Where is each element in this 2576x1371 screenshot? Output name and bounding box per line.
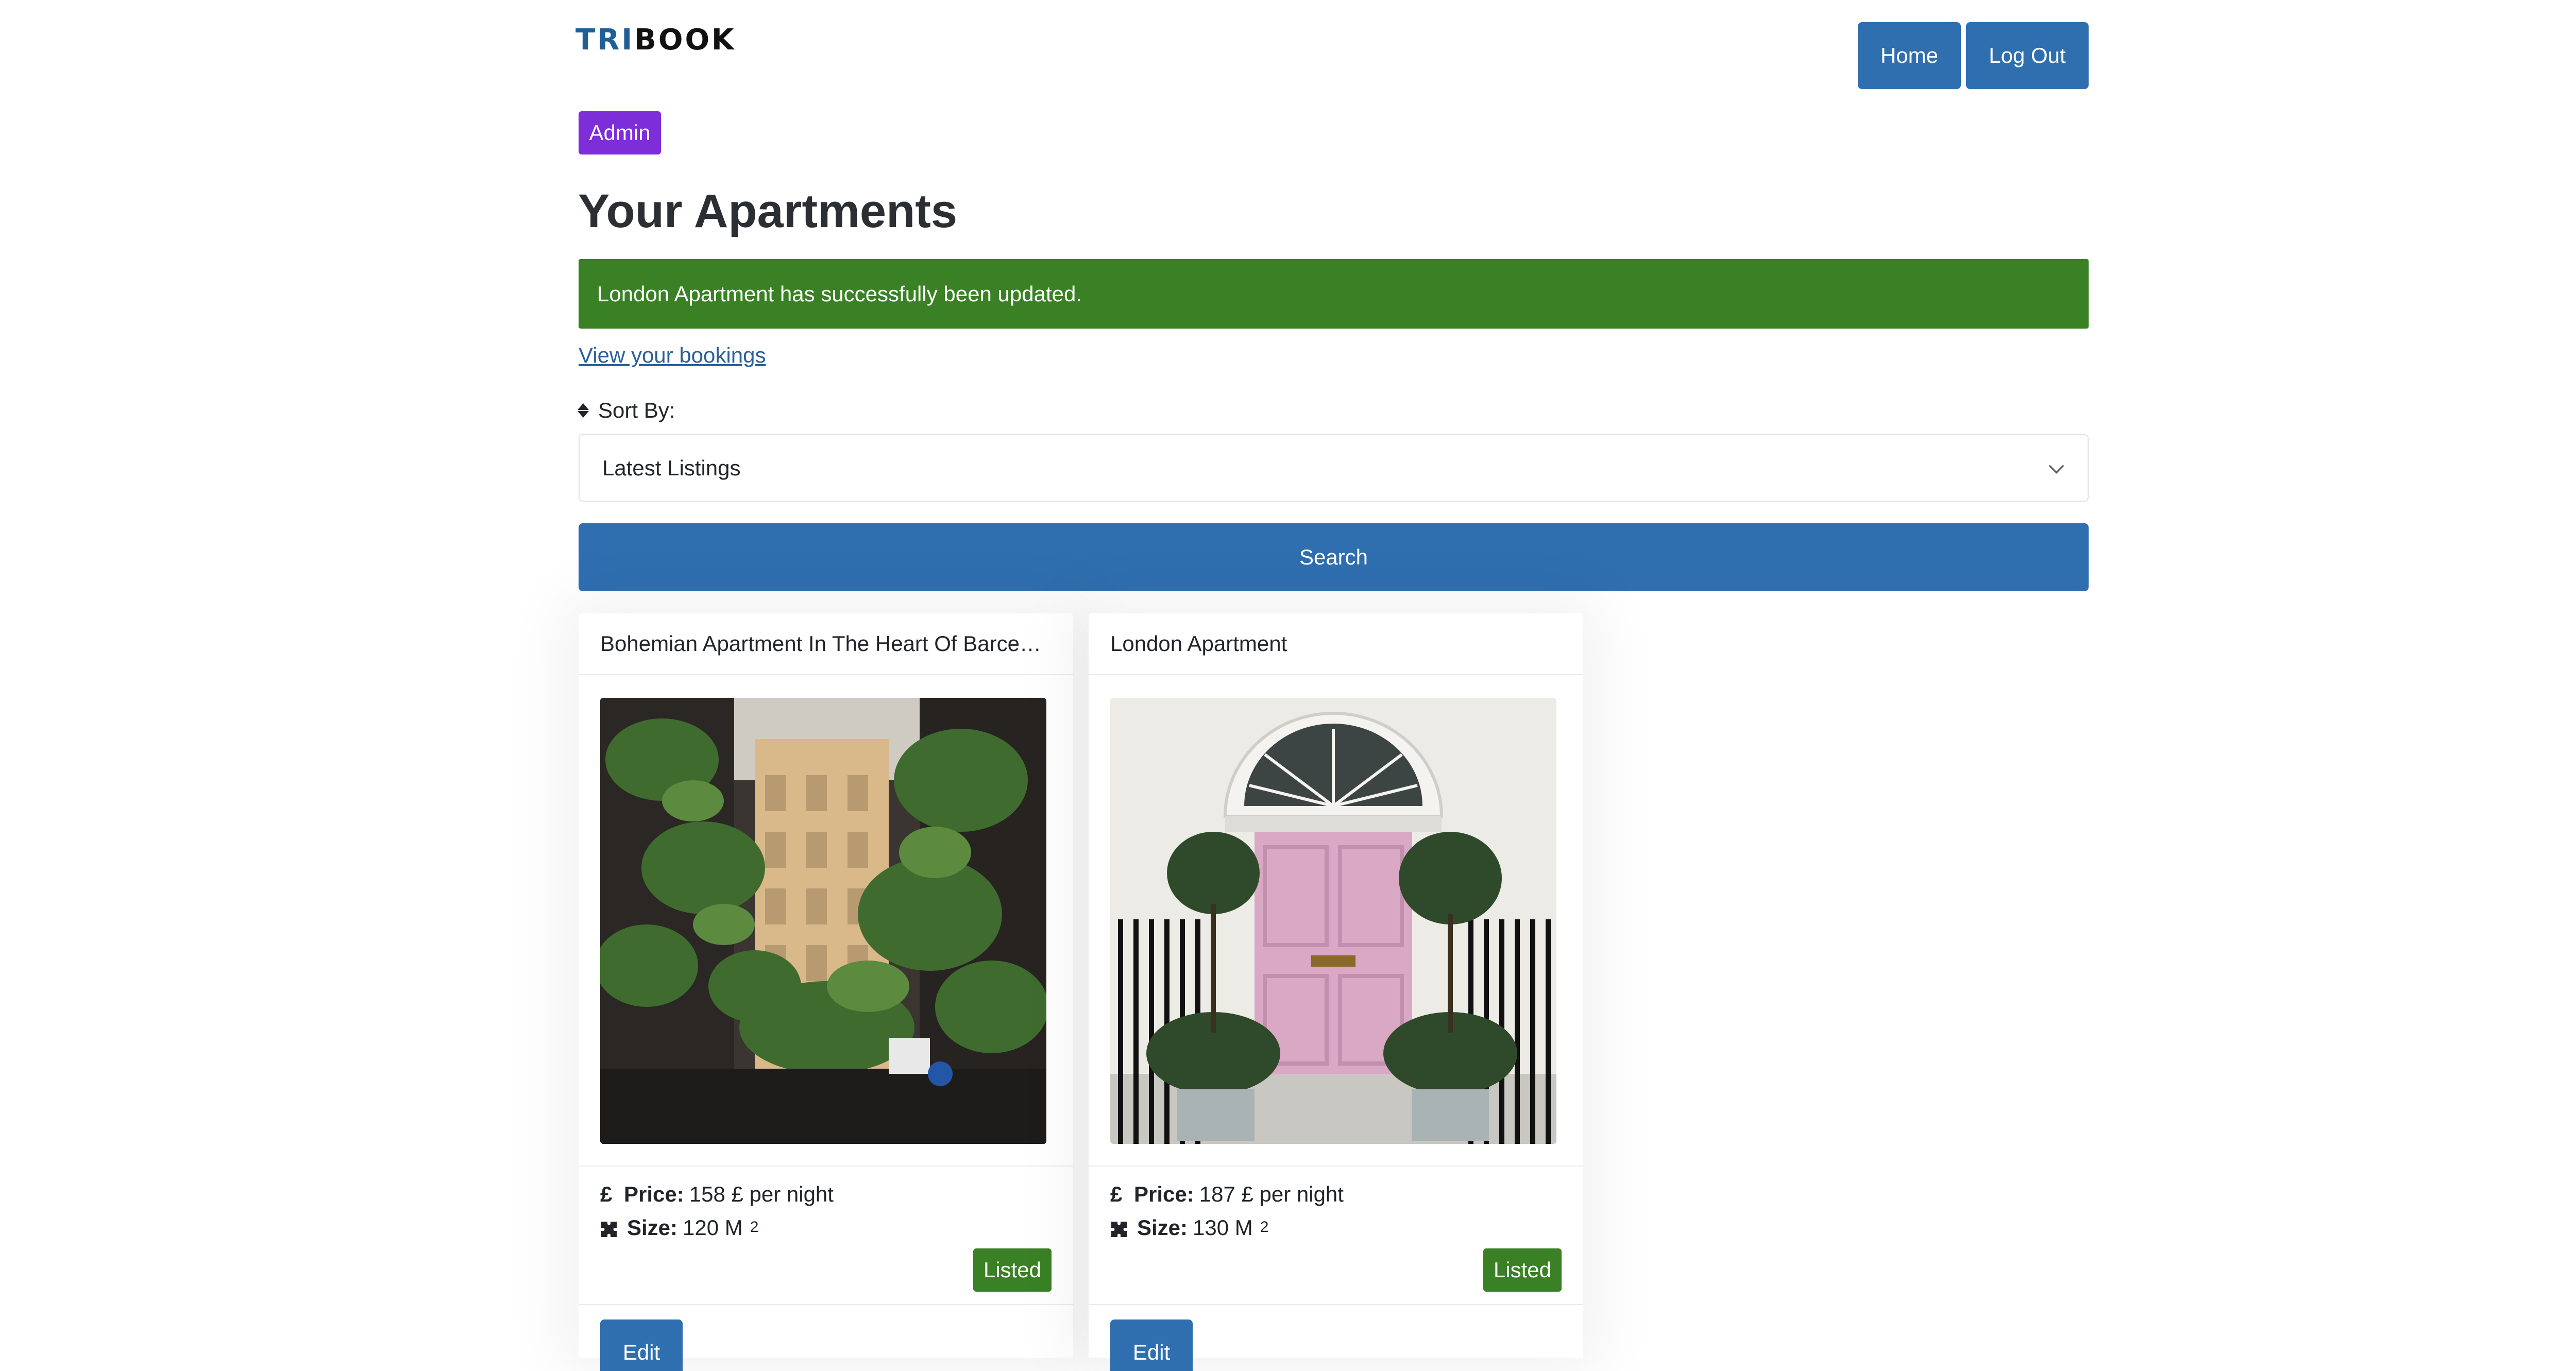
listed-badge: Listed xyxy=(973,1248,1052,1292)
apartment-card: Bohemian Apartment In The Heart Of Barce… xyxy=(579,613,1073,1371)
chevron-down-icon xyxy=(2048,458,2064,474)
edit-button[interactable]: Edit xyxy=(1110,1319,1193,1371)
puzzle-icon xyxy=(601,1221,617,1237)
size-row: Size: 130 M 2 xyxy=(1110,1215,1268,1243)
size-value: 120 M xyxy=(683,1215,743,1240)
alert-message: London Apartment has successfully been u… xyxy=(597,281,1082,306)
size-row: Size: 120 M 2 xyxy=(600,1215,758,1243)
page: TRIBOOK Home Log Out Admin Your Apartmen… xyxy=(0,0,2576,1371)
sort-icon xyxy=(578,403,589,418)
logo-text-book: BOOK xyxy=(634,23,736,57)
sort-by-label: Sort By: xyxy=(578,398,675,423)
edit-button[interactable]: Edit xyxy=(600,1319,683,1371)
tribook-logo[interactable]: TRIBOOK xyxy=(575,26,761,55)
sort-by-text: Sort By: xyxy=(598,398,675,422)
barcelona-street-photo xyxy=(600,698,1046,1144)
home-button[interactable]: Home xyxy=(1858,22,1961,89)
card-divider xyxy=(1089,1304,1583,1305)
pound-icon: £ xyxy=(1110,1182,1123,1206)
logo-text: TRIBOOK xyxy=(575,26,761,55)
size-unit-sup: 2 xyxy=(750,1219,759,1236)
success-alert: London Apartment has successfully been u… xyxy=(579,259,2089,329)
size-unit-sup: 2 xyxy=(1260,1219,1269,1236)
sort-select[interactable]: Latest Listings xyxy=(579,434,2089,502)
card-header: London Apartment xyxy=(1089,613,1583,675)
price-value: 187 £ per night xyxy=(1199,1182,1344,1206)
logout-button[interactable]: Log Out xyxy=(1966,22,2089,89)
price-value: 158 £ per night xyxy=(689,1182,834,1206)
logo-text-tri: TRI xyxy=(575,23,635,57)
card-divider xyxy=(579,1304,1073,1305)
sort-select-value: Latest Listings xyxy=(602,455,741,480)
card-header: Bohemian Apartment In The Heart Of Barce… xyxy=(579,613,1073,675)
apartment-title: Bohemian Apartment In The Heart Of Barce… xyxy=(600,631,1043,656)
price-label: Price: xyxy=(624,1182,684,1206)
pound-icon: £ xyxy=(600,1182,613,1206)
admin-badge: Admin xyxy=(579,111,661,155)
card-divider xyxy=(1089,1166,1583,1167)
view-bookings-link[interactable]: View your bookings xyxy=(579,342,766,368)
london-pink-door-photo xyxy=(1110,698,1556,1144)
apartment-card: London Apartment £ Price: 187 £ per nigh… xyxy=(1089,613,1583,1371)
search-button[interactable]: Search xyxy=(579,523,2089,591)
size-label: Size: xyxy=(1137,1215,1188,1240)
puzzle-icon xyxy=(1111,1221,1127,1237)
size-label: Size: xyxy=(627,1215,678,1240)
price-row: £ Price: 158 £ per night xyxy=(600,1181,834,1207)
price-label: Price: xyxy=(1134,1182,1194,1206)
apartment-title: London Apartment xyxy=(1110,631,1287,656)
card-divider xyxy=(579,1166,1073,1167)
price-row: £ Price: 187 £ per night xyxy=(1110,1181,1344,1207)
size-value: 130 M xyxy=(1193,1215,1253,1240)
listed-badge: Listed xyxy=(1483,1248,1562,1292)
page-title: Your Apartments xyxy=(578,185,958,237)
